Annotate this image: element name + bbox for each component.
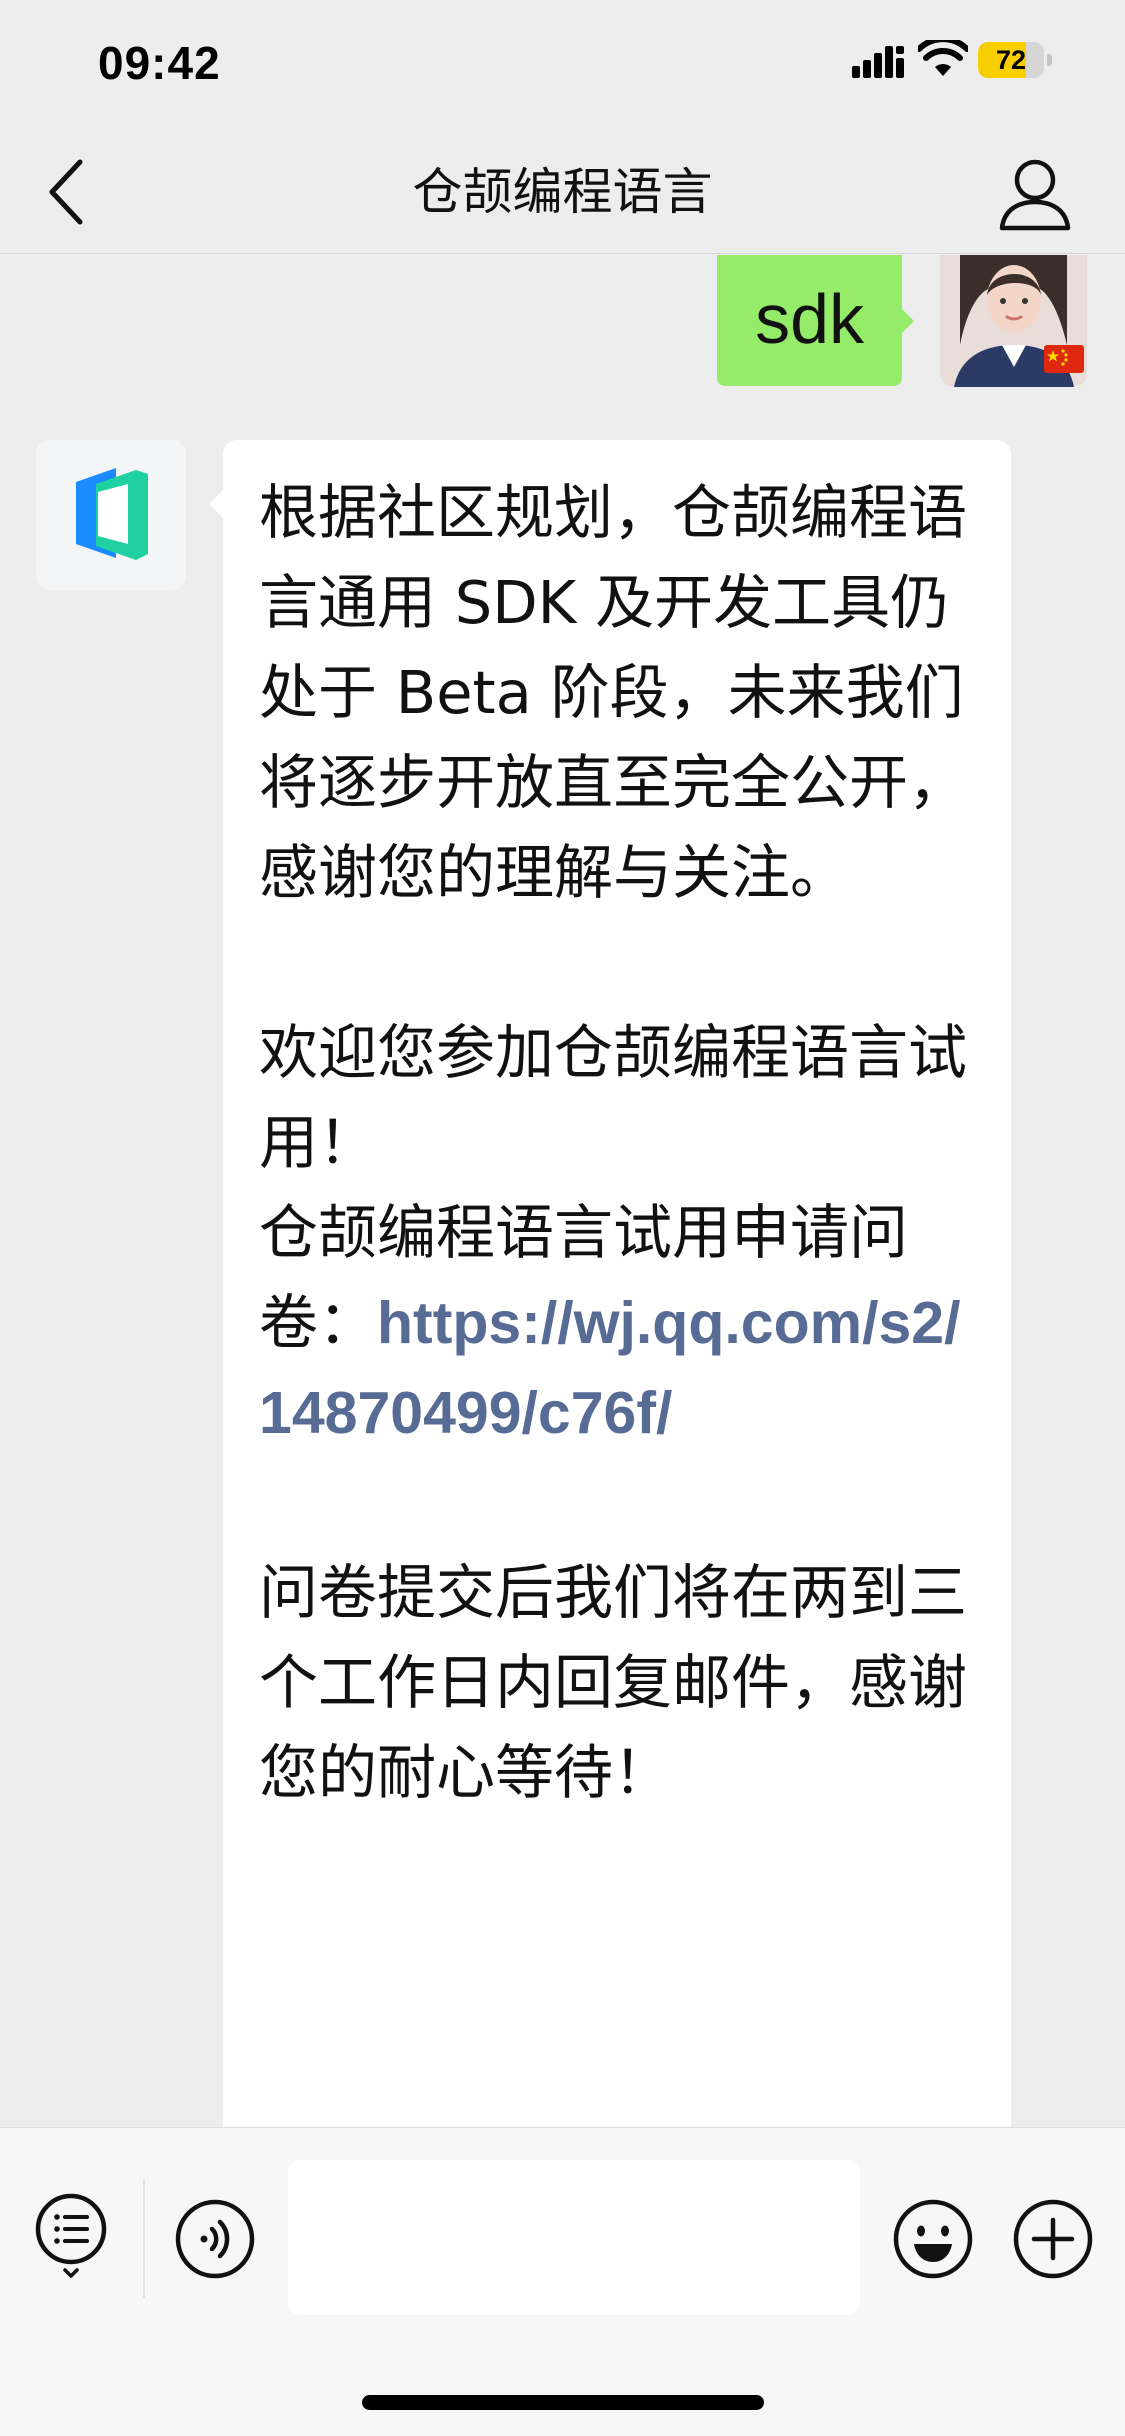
person-icon <box>999 159 1071 231</box>
avatar[interactable] <box>940 255 1087 387</box>
contact-info-button[interactable] <box>990 148 1080 238</box>
chat-title: 仓颉编程语言 <box>412 163 713 221</box>
divider <box>143 2180 145 2298</box>
battery-icon: 72 <box>978 42 1052 78</box>
user-avatar-icon <box>954 255 1084 387</box>
incoming-bubble-tail <box>209 490 223 518</box>
battery-level: 72 <box>995 45 1027 75</box>
outgoing-message-bubble[interactable]: sdk <box>717 255 902 386</box>
menu-list-icon <box>35 2193 107 2278</box>
back-button[interactable] <box>30 152 110 232</box>
status-bar: 09:42 72 <box>0 0 1125 130</box>
emoji-icon <box>893 2199 973 2279</box>
message-paragraph: 欢迎您参加仓颉编程语言试用！ <box>259 1018 968 1177</box>
nav-bar: 仓颉编程语言 <box>0 130 1125 254</box>
bot-avatar[interactable] <box>36 440 186 590</box>
home-indicator[interactable] <box>362 2395 764 2410</box>
wifi-icon <box>918 40 968 76</box>
message-list[interactable]: sdk 根据社区规划，仓颉编程语言通用 SDK 及开发工具仍处于 Beta 阶段… <box>0 255 1125 2127</box>
message-input[interactable] <box>288 2160 860 2315</box>
incoming-message-bubble[interactable]: 根据社区规划，仓颉编程语言通用 SDK 及开发工具仍处于 Beta 阶段，未来我… <box>223 440 1011 2127</box>
chevron-left-icon <box>49 159 83 225</box>
message-paragraph: 仓颉编程语言试用申请问卷：https://wj.qq.com/s2/148704… <box>259 1188 975 1458</box>
battery-body: 72 <box>978 42 1044 78</box>
china-flag-icon <box>1044 345 1084 373</box>
plus-icon <box>1013 2199 1093 2279</box>
emoji-button[interactable] <box>892 2198 974 2280</box>
message-paragraph: 根据社区规划，仓颉编程语言通用 SDK 及开发工具仍处于 Beta 阶段，未来我… <box>259 478 968 907</box>
voice-button[interactable] <box>174 2198 256 2280</box>
input-bar <box>0 2127 1125 2436</box>
menu-toggle-button[interactable] <box>30 2188 112 2280</box>
more-button[interactable] <box>1012 2198 1094 2280</box>
status-time: 09:42 <box>98 37 221 89</box>
cangjie-logo-icon <box>76 468 148 560</box>
outgoing-bubble-tail <box>900 307 914 335</box>
signal-icon <box>852 46 904 78</box>
message-paragraph: 问卷提交后我们将在两到三个工作日内回复邮件，感谢您的耐心等待！ <box>259 1558 968 1807</box>
voice-icon <box>175 2199 255 2279</box>
battery-nub <box>1047 54 1052 66</box>
